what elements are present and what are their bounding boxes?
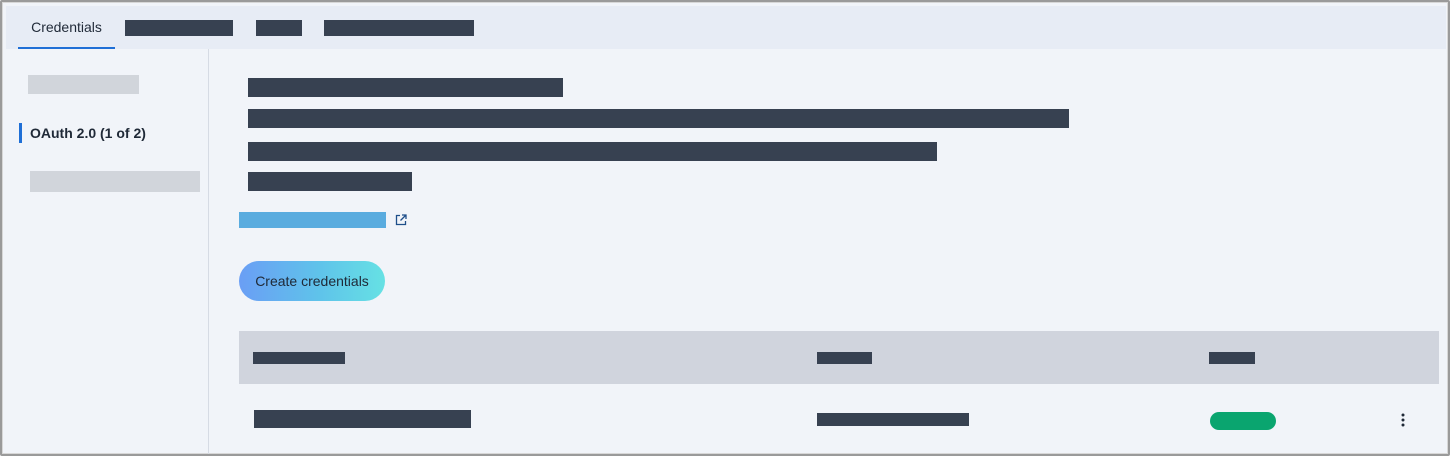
cell-value-redacted — [817, 413, 969, 426]
tab-2-label-redacted — [125, 19, 233, 36]
column-header-2[interactable] — [817, 352, 872, 364]
cell-name-redacted — [254, 410, 471, 428]
credentials-table — [239, 331, 1439, 454]
description-line-1 — [248, 78, 563, 97]
create-credentials-button[interactable]: Create credentials — [239, 261, 385, 301]
description-line-2 — [248, 109, 1069, 128]
tab-credentials-label: Credentials — [31, 18, 102, 35]
tab-3-label-redacted — [256, 19, 302, 36]
nav-item-oauth-label: OAuth 2.0 (1 of 2) — [30, 125, 146, 141]
tab-4[interactable] — [324, 6, 474, 49]
table-row[interactable] — [239, 384, 1439, 454]
column-header-3[interactable] — [1209, 352, 1255, 364]
main-content: Create credentials — [210, 49, 1446, 454]
column-header-1[interactable] — [253, 352, 345, 364]
table-header — [239, 331, 1439, 384]
tab-4-label-redacted — [324, 19, 474, 36]
tab-credentials[interactable]: Credentials — [18, 6, 115, 49]
external-link-icon — [395, 214, 407, 226]
tab-2[interactable] — [125, 6, 233, 49]
docs-link-text-redacted — [239, 212, 386, 228]
nav-item-oauth[interactable]: OAuth 2.0 (1 of 2) — [19, 123, 146, 143]
app-window: Credentials OAuth 2.0 (1 of 2) Create cr… — [0, 0, 1450, 456]
docs-link[interactable] — [239, 212, 407, 228]
description-line-3 — [248, 142, 937, 161]
nav-item-1[interactable] — [28, 75, 139, 94]
description-line-4 — [248, 172, 412, 191]
status-badge — [1210, 412, 1276, 430]
create-credentials-label: Create credentials — [255, 273, 369, 289]
tab-bar: Credentials — [6, 6, 1446, 49]
more-vertical-icon[interactable] — [1395, 411, 1411, 429]
tab-3[interactable] — [256, 6, 302, 49]
nav-item-3[interactable] — [30, 171, 200, 192]
credential-type-nav: OAuth 2.0 (1 of 2) — [6, 49, 209, 454]
